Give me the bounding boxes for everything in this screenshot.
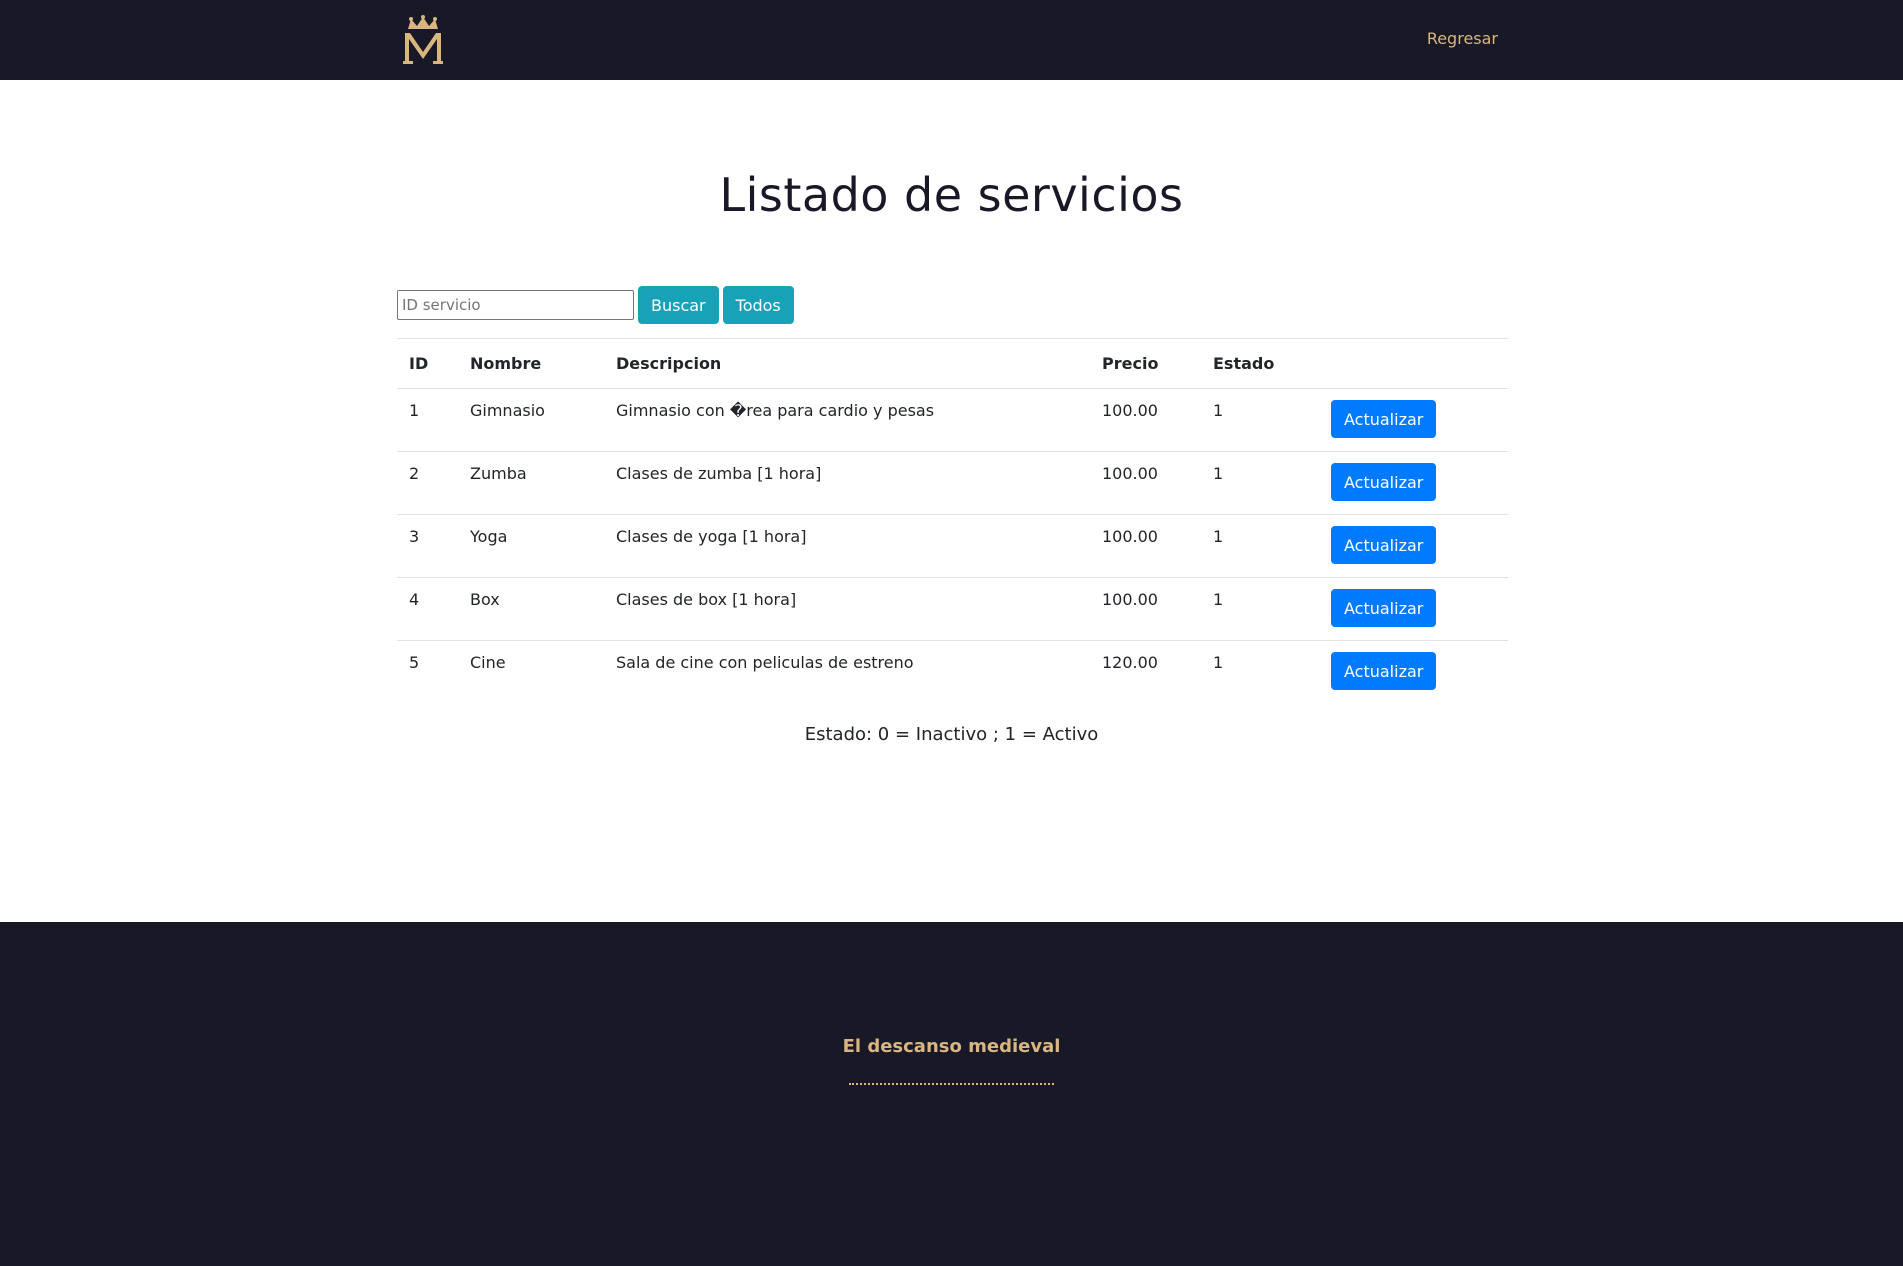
- cell-id: 1: [409, 401, 420, 420]
- cell-estado: 1: [1201, 577, 1319, 641]
- cell-actions: Actualizar: [1319, 389, 1508, 452]
- actualizar-button[interactable]: Actualizar: [1331, 589, 1437, 627]
- service-id-input[interactable]: [397, 290, 634, 320]
- cell-actions: Actualizar: [1319, 640, 1508, 704]
- cell-nombre: Yoga: [458, 514, 604, 578]
- regresar-link[interactable]: Regresar: [1427, 29, 1498, 48]
- crown-m-logo-icon[interactable]: [402, 15, 444, 65]
- footer-divider: [849, 1083, 1054, 1085]
- column-header-id: ID: [397, 338, 458, 389]
- cell-id: 3: [397, 514, 458, 578]
- cell-precio: 120.00: [1090, 640, 1201, 704]
- cell-precio: 100.00: [1102, 401, 1158, 420]
- actualizar-button[interactable]: Actualizar: [1331, 526, 1437, 564]
- column-header-estado: Estado: [1201, 338, 1319, 389]
- cell-precio: 100.00: [1090, 514, 1201, 578]
- actualizar-button[interactable]: Actualizar: [1331, 652, 1437, 690]
- table-row: 4 Box Clases de box [1 hora] 100.00 1 Ac…: [397, 577, 1508, 641]
- cell-estado: 1: [1201, 640, 1319, 704]
- page-title: Listado de servicios: [719, 168, 1184, 222]
- cell-nombre: Zumba: [458, 451, 604, 515]
- services-table-container: ID Nombre Descripcion Precio Estado 1 Gi…: [397, 338, 1508, 704]
- column-header-descripcion: Descripcion: [604, 338, 1090, 389]
- cell-descripcion: Clases de yoga [1 hora]: [604, 514, 1090, 578]
- estado-legend: Estado: 0 = Inactivo ; 1 = Activo: [804, 724, 1099, 745]
- show-all-button[interactable]: Todos: [722, 286, 794, 324]
- footer: El descanso medieval: [0, 922, 1903, 1266]
- services-table: ID Nombre Descripcion Precio Estado 1 Gi…: [397, 338, 1508, 704]
- cell-id: 5: [397, 640, 458, 704]
- cell-descripcion: Clases de box [1 hora]: [604, 577, 1090, 641]
- search-bar: Buscar Todos: [397, 286, 794, 324]
- cell-estado: 1: [1201, 514, 1319, 578]
- column-header-nombre: Nombre: [458, 338, 604, 389]
- cell-id: 4: [397, 577, 458, 641]
- cell-descripcion: Clases de zumba [1 hora]: [604, 451, 1090, 515]
- column-header-precio: Precio: [1090, 338, 1201, 389]
- cell-nombre: Box: [458, 577, 604, 641]
- actualizar-button[interactable]: Actualizar: [1331, 400, 1437, 438]
- table-row: 3 Yoga Clases de yoga [1 hora] 100.00 1 …: [397, 514, 1508, 578]
- cell-estado: 1: [1201, 451, 1319, 515]
- actualizar-button[interactable]: Actualizar: [1331, 463, 1437, 501]
- cell-precio: 100.00: [1090, 577, 1201, 641]
- cell-nombre: Gimnasio: [470, 401, 545, 420]
- cell-descripcion: Gimnasio con �rea para cardio y pesas: [616, 401, 935, 420]
- navbar: Regresar: [0, 0, 1903, 80]
- table-header-row: ID Nombre Descripcion Precio Estado: [397, 338, 1508, 389]
- column-header-actions: [1319, 338, 1508, 389]
- cell-actions: Actualizar: [1319, 451, 1508, 515]
- cell-nombre: Cine: [458, 640, 604, 704]
- main-content: Listado de servicios Buscar Todos ID Nom…: [0, 80, 1903, 922]
- cell-id: 2: [397, 451, 458, 515]
- table-row: 5 Cine Sala de cine con peliculas de est…: [397, 640, 1508, 704]
- search-button[interactable]: Buscar: [638, 286, 719, 324]
- cell-actions: Actualizar: [1319, 514, 1508, 578]
- footer-title: El descanso medieval: [842, 1036, 1061, 1057]
- table-row: 1 Gimnasio Gimnasio con �rea para cardio…: [397, 389, 1508, 452]
- table-row: 2 Zumba Clases de zumba [1 hora] 100.00 …: [397, 451, 1508, 515]
- cell-actions: Actualizar: [1319, 577, 1508, 641]
- cell-descripcion: Sala de cine con peliculas de estreno: [604, 640, 1090, 704]
- cell-precio: 100.00: [1090, 451, 1201, 515]
- cell-estado: 1: [1213, 401, 1224, 420]
